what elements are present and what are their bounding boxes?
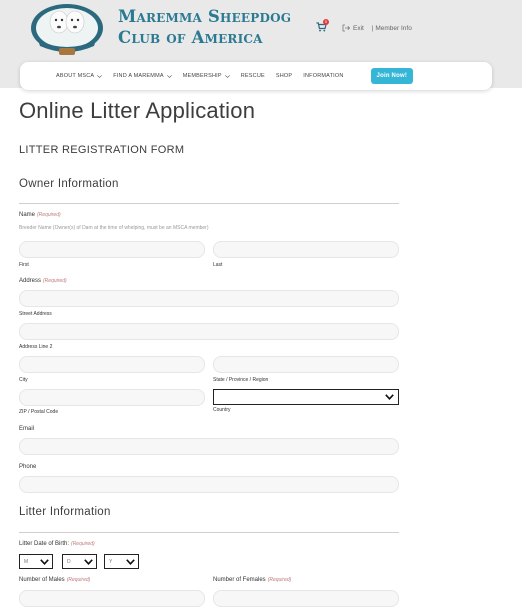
first-name-input[interactable] xyxy=(19,241,205,258)
chevron-down-icon xyxy=(385,394,394,400)
page-title: Online Litter Application xyxy=(19,98,256,123)
exit-link[interactable]: Exit xyxy=(342,24,364,32)
dob-year-value: Y xyxy=(109,559,113,565)
required-marker: (Required) xyxy=(66,577,91,583)
first-name-sublabel: First xyxy=(19,262,29,268)
phone-label: Phone xyxy=(19,464,37,470)
header-utility: 0 Exit | Member Info xyxy=(316,19,412,36)
males-input[interactable] xyxy=(19,590,205,607)
address-label-text: Address xyxy=(19,278,42,284)
last-name-sublabel: Last xyxy=(213,262,223,268)
address-line-2-sublabel: Address Line 2 xyxy=(19,344,53,350)
site-brand[interactable]: Maremma Sheepdog Club of America xyxy=(118,6,291,48)
cart-button[interactable]: 0 xyxy=(316,19,329,34)
cart-count-badge: 0 xyxy=(323,19,329,25)
litter-dob-label: Litter Date of Birth: (Required) xyxy=(19,541,95,547)
email-input[interactable] xyxy=(19,438,399,455)
chevron-down-icon xyxy=(166,74,172,78)
dob-month-select[interactable]: M xyxy=(19,554,53,569)
nav-rescue[interactable]: RESCUE xyxy=(241,73,265,79)
zip-input[interactable] xyxy=(19,389,205,406)
females-label: Number of Females (Required) xyxy=(213,577,291,583)
chevron-down-icon xyxy=(97,74,103,78)
address-line-2-input[interactable] xyxy=(19,323,399,340)
owner-section-divider xyxy=(19,203,399,204)
litter-section-divider xyxy=(19,532,399,533)
name-label: Name (Required) xyxy=(19,212,61,218)
chevron-down-icon xyxy=(84,559,93,565)
nav-membership-label: MEMBERSHIP xyxy=(182,73,222,79)
females-label-text: Number of Females xyxy=(213,577,266,583)
country-sublabel: Country xyxy=(213,407,231,413)
litter-dob-label-text: Litter Date of Birth: xyxy=(19,541,70,547)
females-input[interactable] xyxy=(213,590,399,607)
zip-sublabel: ZIP / Postal Code xyxy=(19,409,59,415)
phone-input[interactable] xyxy=(19,476,399,493)
chevron-down-icon xyxy=(126,559,135,565)
name-hint: Breeder Name (Owner(s) of Dam at the tim… xyxy=(19,225,209,231)
state-sublabel: State / Province / Region xyxy=(213,377,269,383)
nav-about-msca[interactable]: ABOUT MSCA xyxy=(56,73,103,79)
dob-month-value: M xyxy=(24,559,29,565)
nav-information-label: INFORMATION xyxy=(303,73,344,79)
join-now-button[interactable]: Join Now! xyxy=(370,68,414,84)
nav-membership[interactable]: MEMBERSHIP xyxy=(183,73,230,79)
main-nav: ABOUT MSCA FIND A MAREMMA MEMBERSHIP RES… xyxy=(20,62,492,90)
address-label: Address (Required) xyxy=(19,278,67,284)
nav-shop-label: SHOP xyxy=(275,73,293,79)
chevron-down-icon xyxy=(40,559,49,565)
required-marker: (Required) xyxy=(267,577,292,583)
owner-section-title: Owner Information xyxy=(19,178,119,190)
required-marker: (Required) xyxy=(71,541,95,547)
club-logo[interactable] xyxy=(28,0,106,58)
country-select[interactable] xyxy=(213,389,399,405)
form-title: LITTER REGISTRATION FORM xyxy=(19,144,185,156)
dob-day-select[interactable]: D xyxy=(62,554,97,569)
exit-label: Exit xyxy=(353,24,364,32)
exit-icon xyxy=(342,24,350,32)
brand-line-2: Club of America xyxy=(118,28,263,47)
chevron-down-icon xyxy=(224,74,230,78)
dob-year-select[interactable]: Y xyxy=(104,554,139,569)
last-name-input[interactable] xyxy=(213,241,399,258)
street-address-input[interactable] xyxy=(19,290,399,307)
name-label-text: Name xyxy=(19,212,36,218)
nav-rescue-label: RESCUE xyxy=(240,73,265,79)
nav-find-a-maremma[interactable]: FIND A MAREMMA xyxy=(113,73,172,79)
litter-section-title: Litter Information xyxy=(19,506,111,518)
dob-day-value: D xyxy=(67,559,71,565)
required-marker: (Required) xyxy=(43,278,67,284)
nav-find-label: FIND A MAREMMA xyxy=(113,73,164,79)
males-label: Number of Males (Required) xyxy=(19,577,90,583)
required-marker: (Required) xyxy=(37,212,61,218)
brand-line-1: Maremma Sheepdog xyxy=(118,7,292,26)
nav-about-label: ABOUT MSCA xyxy=(56,73,95,79)
nav-shop[interactable]: SHOP xyxy=(276,73,292,79)
street-address-sublabel: Street Address xyxy=(19,311,52,317)
state-input[interactable] xyxy=(213,356,399,373)
city-input[interactable] xyxy=(19,356,205,373)
city-sublabel: City xyxy=(19,377,28,383)
member-info-link[interactable]: | Member Info xyxy=(372,25,412,32)
males-label-text: Number of Males xyxy=(19,577,65,583)
nav-information[interactable]: INFORMATION xyxy=(303,73,343,79)
email-label: Email xyxy=(19,426,35,432)
